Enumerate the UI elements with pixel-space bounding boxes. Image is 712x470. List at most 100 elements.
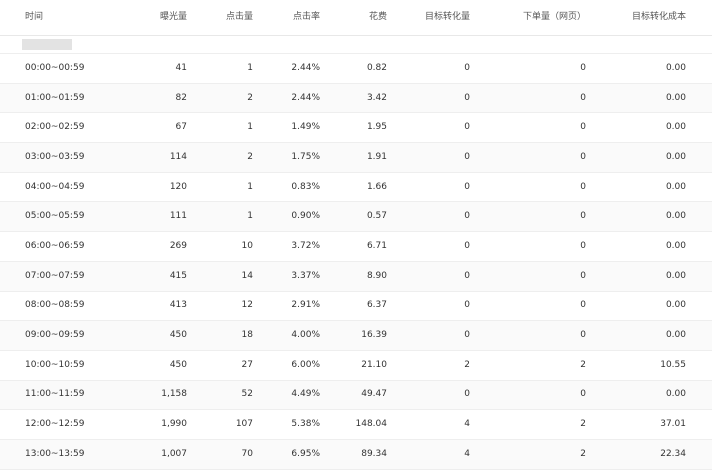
conversions-cell: 4 [464, 448, 470, 459]
time-cell: 11:00~11:59 [25, 389, 85, 400]
column-header-cost[interactable]: 花费 [320, 13, 387, 22]
cpa-cell: 0.00 [665, 211, 686, 222]
table-row[interactable]: 00:00~00:59 41 1 2.44% 0.82 0 0 0.00 [0, 54, 712, 84]
ctr-cell: 4.00% [291, 330, 320, 341]
clicks-cell: 27 [241, 359, 253, 370]
clicks-cell: 10 [241, 240, 253, 251]
time-cell: 03:00~03:59 [25, 151, 85, 162]
table-header-row: 时间 曝光量 点击量 点击率 花费 目标转化量 下单量（网页） 目标转化成本 [0, 0, 712, 36]
conversions-cell: 0 [464, 62, 470, 73]
time-cell: 07:00~07:59 [25, 270, 85, 281]
cpa-cell: 10.55 [660, 359, 686, 370]
impressions-cell: 82 [175, 92, 187, 103]
conversions-cell: 0 [464, 92, 470, 103]
column-header-cpa[interactable]: 目标转化成本 [586, 13, 686, 22]
column-header-orders[interactable]: 下单量（网页） [470, 13, 586, 22]
conversions-cell: 0 [464, 240, 470, 251]
conversions-cell: 0 [464, 211, 470, 222]
cost-cell: 3.42 [366, 92, 387, 103]
impressions-cell: 413 [169, 300, 187, 311]
orders-cell: 0 [580, 151, 586, 162]
impressions-cell: 114 [169, 151, 187, 162]
table-row[interactable]: 05:00~05:59 111 1 0.90% 0.57 0 0 0.00 [0, 202, 712, 233]
orders-cell: 0 [580, 122, 586, 133]
cpa-cell: 0.00 [665, 270, 686, 281]
time-cell: 00:00~00:59 [25, 62, 85, 73]
table-row[interactable]: 02:00~02:59 67 1 1.49% 1.95 0 0 0.00 [0, 113, 712, 144]
conversions-cell: 0 [464, 330, 470, 341]
orders-cell: 2 [580, 448, 586, 459]
time-cell: 10:00~10:59 [25, 359, 85, 370]
cpa-cell: 0.00 [665, 240, 686, 251]
table-row[interactable]: 12:00~12:59 1,990 107 5.38% 148.04 4 2 37.01 [0, 410, 712, 440]
table-row[interactable]: 03:00~03:59 114 2 1.75% 1.91 0 0 0.00 [0, 143, 712, 173]
impressions-cell: 120 [169, 181, 187, 192]
column-header-conversions[interactable]: 目标转化量 [387, 13, 470, 22]
ctr-cell: 0.83% [291, 181, 320, 192]
column-header-clicks[interactable]: 点击量 [187, 13, 253, 22]
time-cell: 12:00~12:59 [25, 419, 85, 430]
cpa-cell: 0.00 [665, 330, 686, 341]
table-row[interactable]: 01:00~01:59 82 2 2.44% 3.42 0 0 0.00 [0, 83, 712, 114]
orders-cell: 0 [580, 300, 586, 311]
impressions-cell: 41 [175, 62, 187, 73]
conversions-cell: 0 [464, 122, 470, 133]
time-cell: 01:00~01:59 [25, 92, 85, 103]
hourly-report-table: 时间 曝光量 点击量 点击率 花费 目标转化量 下单量（网页） 目标转化成本 0… [0, 0, 712, 470]
column-header-ctr[interactable]: 点击率 [253, 13, 320, 22]
orders-cell: 0 [580, 62, 586, 73]
orders-cell: 2 [580, 419, 586, 430]
table-row[interactable]: 09:00~09:59 450 18 4.00% 16.39 0 0 0.00 [0, 321, 712, 351]
clicks-cell: 1 [247, 181, 253, 192]
impressions-cell: 269 [169, 240, 187, 251]
table-row[interactable]: 13:00~13:59 1,007 70 6.95% 89.34 4 2 22.34 [0, 439, 712, 470]
cpa-cell: 22.34 [660, 448, 686, 459]
cpa-cell: 37.01 [660, 419, 686, 430]
clicks-cell: 107 [235, 419, 253, 430]
clicks-cell: 52 [241, 389, 253, 400]
column-header-impressions[interactable]: 曝光量 [130, 13, 187, 22]
redacted-summary-cell [22, 39, 72, 50]
clicks-cell: 1 [247, 62, 253, 73]
orders-cell: 0 [580, 92, 586, 103]
cost-cell: 1.91 [366, 151, 387, 162]
impressions-cell: 1,158 [161, 389, 187, 400]
impressions-cell: 415 [169, 270, 187, 281]
cpa-cell: 0.00 [665, 300, 686, 311]
table-body: 00:00~00:59 41 1 2.44% 0.82 0 0 0.00 01:00~01:59… [0, 54, 712, 470]
orders-cell: 0 [580, 211, 586, 222]
cost-cell: 8.90 [366, 270, 387, 281]
ctr-cell: 0.90% [291, 211, 320, 222]
impressions-cell: 1,990 [161, 419, 187, 430]
clicks-cell: 2 [247, 151, 253, 162]
orders-cell: 2 [580, 359, 586, 370]
impressions-cell: 67 [175, 122, 187, 133]
table-row[interactable]: 06:00~06:59 269 10 3.72% 6.71 0 0 0.00 [0, 232, 712, 262]
table-row[interactable]: 04:00~04:59 120 1 0.83% 1.66 0 0 0.00 [0, 172, 712, 203]
ctr-cell: 4.49% [291, 389, 320, 400]
clicks-cell: 18 [241, 330, 253, 341]
cost-cell: 0.82 [366, 62, 387, 73]
ctr-cell: 1.49% [291, 122, 320, 133]
column-header-time[interactable]: 时间 [0, 13, 130, 22]
ctr-cell: 2.44% [291, 62, 320, 73]
conversions-cell: 0 [464, 389, 470, 400]
time-cell: 08:00~08:59 [25, 300, 85, 311]
conversions-cell: 4 [464, 419, 470, 430]
orders-cell: 0 [580, 389, 586, 400]
impressions-cell: 1,007 [161, 448, 187, 459]
table-row[interactable]: 07:00~07:59 415 14 3.37% 8.90 0 0 0.00 [0, 261, 712, 292]
clicks-cell: 14 [241, 270, 253, 281]
table-row[interactable]: 11:00~11:59 1,158 52 4.49% 49.47 0 0 0.00 [0, 380, 712, 411]
cpa-cell: 0.00 [665, 151, 686, 162]
table-row[interactable]: 10:00~10:59 450 27 6.00% 21.10 2 2 10.55 [0, 350, 712, 381]
time-cell: 06:00~06:59 [25, 240, 85, 251]
conversions-cell: 0 [464, 151, 470, 162]
cost-cell: 21.10 [361, 359, 387, 370]
cost-cell: 6.37 [366, 300, 387, 311]
impressions-cell: 111 [169, 211, 187, 222]
time-cell: 09:00~09:59 [25, 330, 85, 341]
table-row[interactable]: 08:00~08:59 413 12 2.91% 6.37 0 0 0.00 [0, 291, 712, 322]
conversions-cell: 0 [464, 270, 470, 281]
cost-cell: 49.47 [361, 389, 387, 400]
